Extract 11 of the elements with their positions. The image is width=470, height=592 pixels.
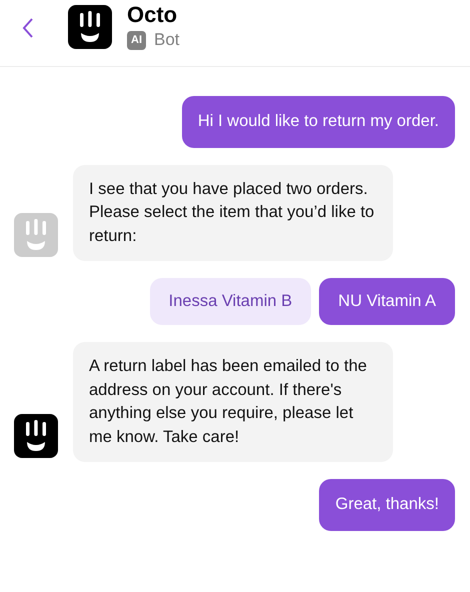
back-icon[interactable] [22, 18, 34, 38]
bot-logo-icon [68, 5, 112, 49]
reply-option[interactable]: NU Vitamin A [319, 278, 455, 325]
user-message: Hi I would like to return my order. [182, 96, 455, 148]
bot-name: Octo [127, 2, 178, 28]
bot-label: Bot [154, 30, 180, 50]
bot-message: A return label has been emailed to the address on your account. If there's anything else you require, please let me know. Take care! [73, 342, 393, 462]
bot-message: I see that you have placed two orders. Please select the item that you’d like to return: [73, 164, 393, 261]
ai-badge: AI [127, 30, 146, 50]
user-message: Great, thanks! [319, 479, 455, 530]
reply-option[interactable]: Inessa Vitamin B [150, 278, 312, 325]
